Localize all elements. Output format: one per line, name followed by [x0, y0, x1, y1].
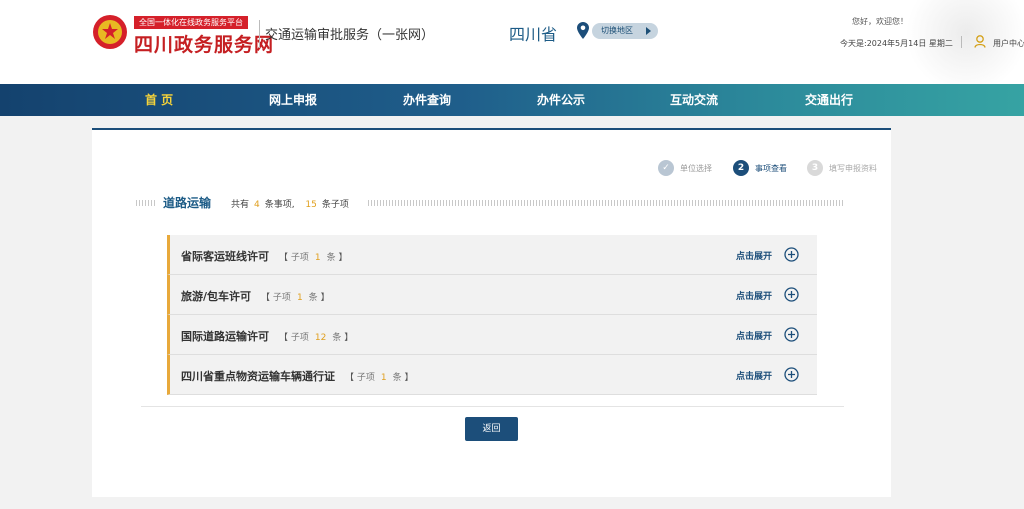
expand-link[interactable]: 点击展开 — [736, 289, 772, 302]
plus-circle-icon[interactable] — [784, 287, 799, 302]
site-logo-text[interactable]: 四川政务服务网 — [134, 30, 274, 57]
summary-prefix: 共有 — [231, 200, 250, 210]
sub-item-count: 【 子项 1 条 】 — [279, 253, 348, 263]
main-nav: 首 页 网上申报 办件查询 办件公示 互动交流 交通出行 — [0, 84, 1024, 116]
section-summary: 共有 4 条事项, 15 条子项 — [231, 197, 349, 210]
service-title: 交通运输审批服务（一张网） — [265, 28, 435, 43]
nav-item-travel[interactable]: 交通出行 — [805, 84, 853, 116]
section-title: 道路运输 — [163, 196, 212, 210]
platform-slogan: 全国一体化在线政务服务平台 — [134, 16, 248, 29]
plus-circle-icon[interactable] — [784, 367, 799, 382]
current-province: 四川省 — [509, 25, 558, 44]
header-divider — [961, 36, 962, 48]
step-label: 事项查看 — [755, 164, 787, 173]
heading-decoration — [136, 200, 156, 206]
content-panel: ✓ 单位选择 2 事项查看 3 填写申报资料 道路运输 共有 4 条事项, 15 条子… — [92, 128, 891, 497]
nav-item-online-apply[interactable]: 网上申报 — [269, 84, 317, 116]
sub-item-count: 【 子项 12 条 】 — [279, 333, 354, 343]
step-number: 3 — [807, 160, 823, 176]
sub-count: 15 — [305, 200, 317, 210]
current-date: 今天是:2024年5月14日 星期二 — [840, 39, 953, 48]
item-name: 四川省重点物资运输车辆通行证【 子项 1 条 】 — [181, 370, 414, 383]
check-icon: ✓ — [658, 160, 674, 176]
site-header: 全国一体化在线政务服务平台 四川政务服务网 交通运输审批服务（一张网） 四川省 … — [0, 0, 1024, 84]
expand-link[interactable]: 点击展开 — [736, 329, 772, 342]
plus-circle-icon[interactable] — [784, 247, 799, 262]
divider — [141, 406, 844, 407]
national-emblem-icon — [93, 15, 127, 49]
header-divider — [259, 20, 260, 48]
list-item[interactable]: 旅游/包车许可【 子项 1 条 】 点击展开 — [167, 275, 817, 315]
list-item[interactable]: 四川省重点物资运输车辆通行证【 子项 1 条 】 点击展开 — [167, 355, 817, 395]
nav-item-interaction[interactable]: 互动交流 — [670, 84, 718, 116]
switch-region-label: 切换地区 — [601, 26, 633, 35]
expand-link[interactable]: 点击展开 — [736, 249, 772, 262]
nav-item-home[interactable]: 首 页 — [145, 84, 173, 116]
sub-item-count: 【 子项 1 条 】 — [261, 293, 330, 303]
step-label: 单位选择 — [680, 164, 712, 173]
sub-unit: 条子项 — [321, 200, 349, 210]
back-button[interactable]: 返回 — [465, 417, 518, 441]
nav-item-case-publicity[interactable]: 办件公示 — [537, 84, 585, 116]
list-item[interactable]: 国际道路运输许可【 子项 12 条 】 点击展开 — [167, 315, 817, 355]
step-label: 填写申报资料 — [829, 164, 877, 173]
step-number: 2 — [733, 160, 749, 176]
user-icon[interactable] — [974, 35, 986, 48]
play-arrow-icon — [646, 27, 651, 35]
user-center-link[interactable]: 用户中心 — [993, 38, 1024, 49]
nav-item-case-query[interactable]: 办件查询 — [403, 84, 451, 116]
plus-circle-icon[interactable] — [784, 327, 799, 342]
item-name: 省际客运班线许可【 子项 1 条 】 — [181, 250, 348, 263]
item-name: 国际道路运输许可【 子项 12 条 】 — [181, 330, 354, 343]
list-item[interactable]: 省际客运班线许可【 子项 1 条 】 点击展开 — [167, 235, 817, 275]
sub-item-count: 【 子项 1 条 】 — [345, 373, 414, 383]
item-unit: 条事项, — [264, 200, 295, 210]
item-name: 旅游/包车许可【 子项 1 条 】 — [181, 290, 330, 303]
heading-decoration — [368, 200, 844, 206]
welcome-text: 您好，欢迎您！ — [852, 17, 908, 26]
switch-region-button[interactable]: 切换地区 — [592, 23, 658, 39]
item-list: 省际客运班线许可【 子项 1 条 】 点击展开 旅游/包车许可【 子项 1 条 】 点击… — [167, 235, 817, 395]
expand-link[interactable]: 点击展开 — [736, 369, 772, 382]
location-pin-icon — [577, 22, 589, 39]
item-count: 4 — [254, 200, 260, 210]
